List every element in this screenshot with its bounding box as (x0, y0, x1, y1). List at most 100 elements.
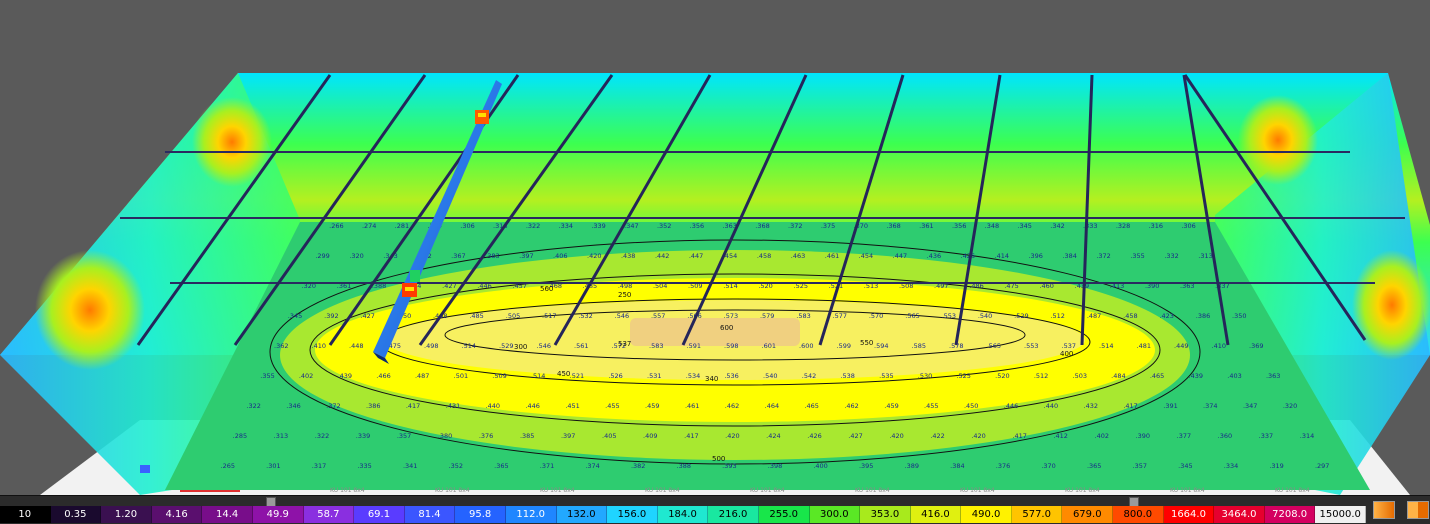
illuminance-value: .396 (1028, 252, 1042, 260)
illuminance-value: .455 (924, 402, 938, 410)
illuminance-value: .350 (1232, 312, 1246, 320)
illuminance-value: .446 (525, 402, 539, 410)
illuminance-value: .487 (1087, 312, 1101, 320)
illuminance-value: .450 (964, 402, 978, 410)
illuminance-value: .509 (492, 372, 506, 380)
contour-label: 340 (705, 375, 718, 383)
illuminance-value: .432 (1084, 402, 1098, 410)
footer-label: KU 101 8x4 (540, 487, 575, 494)
illuminance-value: .427 (360, 312, 374, 320)
illuminance-value: .448 (349, 342, 363, 350)
illuminance-value: .406 (553, 252, 567, 260)
footer-label: KU 101 8x4 (435, 487, 470, 494)
illuminance-value: .392 (324, 312, 338, 320)
illuminance-value: .536 (724, 372, 738, 380)
scale-cell: 0.35 (50, 506, 102, 523)
illuminance-value: .570 (869, 312, 883, 320)
illuminance-value: .345 (1178, 462, 1192, 470)
illuminance-value: .585 (912, 342, 926, 350)
illuminance-value: .458 (757, 252, 771, 260)
illuminance-value: .438 (621, 252, 635, 260)
illuminance-value: .334 (1224, 462, 1238, 470)
illuminance-value: .520 (995, 372, 1009, 380)
illuminance-value: .417 (1012, 432, 1026, 440)
scale-cell: 490.0 (961, 506, 1012, 523)
illuminance-value: .436 (927, 252, 941, 260)
illuminance-value: .265 (221, 462, 235, 470)
illuminance-value: .335 (357, 462, 371, 470)
illuminance-value: .461 (685, 402, 699, 410)
scale-cell: 416.0 (910, 506, 962, 523)
illuminance-value: .546 (537, 342, 551, 350)
illuminance-value: .380 (438, 432, 452, 440)
illuminance-value: .402 (299, 372, 313, 380)
illuminance-value: .431 (446, 402, 460, 410)
scale-cell: 14.4 (202, 506, 253, 523)
illuminance-value: .426 (807, 432, 821, 440)
illuminance-value: .362 (274, 342, 288, 350)
illuminance-value: .313 (1198, 252, 1212, 260)
illuminance-value: .328 (1116, 222, 1130, 230)
illuminance-value: .521 (570, 372, 584, 380)
illuminance-value: .320 (349, 252, 363, 260)
illuminance-value: .342 (1050, 222, 1064, 230)
contour-label: 250 (618, 291, 631, 299)
footer-label: KU 101 8x4 (330, 487, 365, 494)
scale-cell: 7208.0 (1264, 506, 1316, 523)
illuminance-value: .532 (578, 312, 592, 320)
3d-illuminance-viewport[interactable]: .266 .274 .281 .299 .306 .316 .322 .334 .339 .347… (0, 0, 1430, 495)
illuminance-value: .514 (462, 342, 476, 350)
illuminance-value: .352 (657, 222, 671, 230)
illuminance-value: .357 (397, 432, 411, 440)
footer-label: KU 101 8x4 (1065, 487, 1100, 494)
scale-cell: 81.4 (404, 506, 456, 523)
scale-cell: 353.0 (860, 506, 911, 523)
illuminance-value: .417 (406, 402, 420, 410)
illuminance-value: .374 (585, 462, 599, 470)
illuminance-value: .386 (366, 402, 380, 410)
illuminance-value: .395 (859, 462, 873, 470)
scale-cell: 577.0 (1011, 506, 1063, 523)
illuminance-value: .322 (246, 402, 260, 410)
illuminance-value: .481 (1137, 342, 1151, 350)
illuminance-value: .420 (587, 252, 601, 260)
illuminance-value: .534 (686, 372, 700, 380)
footer-label: KU 101 8x4 (1275, 487, 1310, 494)
illuminance-value: .352 (449, 462, 463, 470)
illuminance-value: .487 (415, 372, 429, 380)
illuminance-value: .553 (1024, 342, 1038, 350)
illuminance-value: .583 (796, 312, 810, 320)
illuminance-value: .462 (844, 402, 858, 410)
illuminance-value: .372 (788, 222, 802, 230)
footer-label: KU 101 8x4 (750, 487, 785, 494)
illuminance-scene[interactable]: .266 .274 .281 .299 .306 .316 .322 .334 .339 .347… (0, 0, 1430, 495)
illuminance-value: .529 (1014, 312, 1028, 320)
illuminance-value: .314 (1300, 432, 1314, 440)
illuminance-value: .598 (724, 342, 738, 350)
illuminance-value: .322 (526, 222, 540, 230)
illuminance-value: .375 (821, 222, 835, 230)
illuminance-value: .553 (942, 312, 956, 320)
color-mode-icon[interactable] (1373, 501, 1395, 519)
illuminance-value: .374 (1203, 402, 1217, 410)
illuminance-value: .442 (655, 252, 669, 260)
illuminance-value: .484 (1111, 372, 1125, 380)
illuminance-value: .361 (919, 222, 933, 230)
illuminance-value: .281 (395, 222, 409, 230)
right-lower-hotspot (1352, 250, 1430, 360)
illuminance-value: .377 (1177, 432, 1191, 440)
illuminance-value: .439 (338, 372, 352, 380)
scale-cell: 300.0 (809, 506, 861, 523)
illuminance-value: .517 (542, 312, 556, 320)
scale-cell: 95.8 (455, 506, 506, 523)
illuminance-value: .420 (889, 432, 903, 440)
illuminance-value: .540 (978, 312, 992, 320)
illuminance-value: .412 (1053, 432, 1067, 440)
illuminance-value: .356 (690, 222, 704, 230)
illuminance-value: .371 (540, 462, 554, 470)
contour-label: 600 (720, 324, 733, 332)
illuminance-value: .400 (813, 462, 827, 470)
footer-label: KU 101 8x4 (645, 487, 680, 494)
illuminance-value: .465 (804, 402, 818, 410)
color-mode-alt-icon[interactable] (1407, 501, 1429, 519)
